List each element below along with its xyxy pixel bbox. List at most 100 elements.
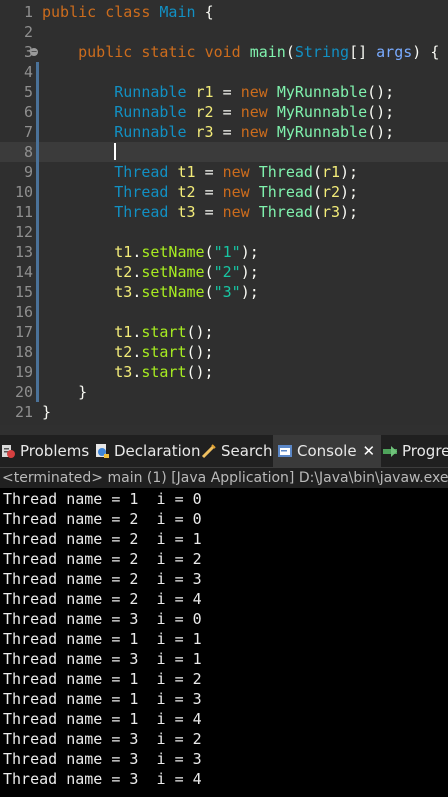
code-line[interactable]: 6 Runnable r2 = new MyRunnable();: [0, 102, 448, 122]
code-token: Thread: [258, 163, 313, 181]
code-token: t3: [114, 363, 133, 381]
tab-console[interactable]: Console ✕: [273, 435, 381, 467]
code-line[interactable]: 8: [0, 142, 448, 162]
problems-icon: [0, 438, 16, 458]
scope-indicator: [36, 142, 39, 162]
code-token: public: [42, 3, 106, 21]
code-token: );: [340, 203, 359, 221]
tab-progress[interactable]: Progre: [382, 435, 448, 467]
tab-search[interactable]: Search: [201, 435, 273, 467]
code-token: ();: [186, 363, 214, 381]
code-token: r2: [195, 103, 223, 121]
tab-problems[interactable]: Problems: [0, 435, 92, 467]
code-text: public class Main {: [42, 3, 214, 21]
code-line[interactable]: 9 Thread t1 = new Thread(r1);: [0, 162, 448, 182]
line-number-gutter: 9: [0, 162, 36, 182]
code-line[interactable]: 16: [0, 302, 448, 322]
line-number-gutter: 14: [0, 262, 36, 282]
code-line[interactable]: 20 }: [0, 382, 448, 402]
console-output-line: Thread name = 3 i = 4: [3, 770, 202, 788]
code-token: (: [312, 203, 322, 221]
code-token: t1: [114, 243, 133, 261]
code-line[interactable]: 18 t2.start();: [0, 342, 448, 362]
code-token: (: [204, 283, 214, 301]
line-number: 18: [14, 343, 33, 361]
code-token: t2: [114, 343, 133, 361]
console-output[interactable]: Thread name = 1 i = 0 Thread name = 2 i =…: [0, 489, 448, 797]
code-token: .: [132, 283, 142, 301]
scope-indicator: [36, 122, 39, 142]
code-line[interactable]: 3− public static void main(String[] args…: [0, 42, 448, 62]
code-line[interactable]: 14 t2.setName("2");: [0, 262, 448, 282]
code-line[interactable]: 17 t1.start();: [0, 322, 448, 342]
scope-indicator: [36, 102, 39, 122]
close-icon[interactable]: ✕: [363, 435, 376, 467]
code-text: Thread t2 = new Thread(r2);: [42, 183, 358, 201]
code-token: Thread: [114, 163, 178, 181]
code-line[interactable]: 5 Runnable r1 = new MyRunnable();: [0, 82, 448, 102]
code-token: }: [42, 383, 88, 401]
scope-indicator: [36, 202, 39, 222]
code-token: t3: [177, 203, 205, 221]
line-number: 3: [23, 43, 33, 61]
code-line[interactable]: 12: [0, 222, 448, 242]
code-line[interactable]: 1 public class Main {: [0, 2, 448, 22]
code-line[interactable]: 19 t3.start();: [0, 362, 448, 382]
fold-collapse-icon[interactable]: −: [30, 48, 38, 56]
code-token: =: [204, 203, 223, 221]
scope-indicator: [36, 162, 39, 182]
code-text: }: [42, 403, 51, 421]
editor-view-separator[interactable]: [0, 425, 448, 435]
code-token: t1: [177, 163, 205, 181]
tab-search-label: Search: [221, 442, 273, 460]
code-token: setName: [141, 263, 205, 281]
line-number-gutter: 21: [0, 402, 36, 422]
console-output-line: Thread name = 1 i = 2: [3, 670, 202, 688]
code-text: public static void main(String[] args) {: [42, 43, 439, 61]
code-line[interactable]: 15 t3.setName("3");: [0, 282, 448, 302]
code-line[interactable]: 13 t1.setName("1");: [0, 242, 448, 262]
code-token: static: [141, 43, 205, 61]
code-line[interactable]: 7 Runnable r3 = new MyRunnable();: [0, 122, 448, 142]
code-token: );: [240, 283, 259, 301]
code-token: ();: [367, 83, 395, 101]
line-number-gutter: 12: [0, 222, 36, 242]
code-line[interactable]: 10 Thread t2 = new Thread(r2);: [0, 182, 448, 202]
code-token: ();: [186, 343, 214, 361]
tab-progress-label: Progre: [402, 442, 448, 460]
code-token: (: [204, 243, 214, 261]
tab-declaration[interactable]: Declaration: [94, 435, 200, 467]
code-line[interactable]: 2: [0, 22, 448, 42]
code-token: r3: [195, 123, 223, 141]
scope-indicator: [36, 222, 39, 242]
line-number: 8: [23, 143, 33, 161]
scope-indicator: [36, 302, 39, 322]
code-token: =: [204, 163, 223, 181]
code-line[interactable]: 21}: [0, 402, 448, 422]
scope-indicator: [36, 62, 39, 82]
code-token: class: [105, 3, 160, 21]
code-token: .: [132, 323, 142, 341]
line-number: 6: [23, 103, 33, 121]
line-number: 2: [23, 23, 33, 41]
progress-icon: [382, 438, 398, 457]
code-token: new: [240, 83, 277, 101]
code-editor[interactable]: 1 public class Main {2 3− public static vo…: [0, 0, 448, 425]
console-output-line: Thread name = 1 i = 4: [3, 710, 202, 728]
line-number: 1: [23, 3, 33, 21]
code-text: t1.setName("1");: [42, 243, 259, 261]
line-number: 21: [14, 403, 33, 421]
tab-problems-label: Problems: [20, 442, 90, 460]
console-output-line: Thread name = 2 i = 1: [3, 530, 202, 548]
code-line[interactable]: 11 Thread t3 = new Thread(r3);: [0, 202, 448, 222]
code-token: Runnable: [114, 123, 196, 141]
console-output-line: Thread name = 2 i = 0: [3, 510, 202, 528]
code-line[interactable]: 4: [0, 62, 448, 82]
